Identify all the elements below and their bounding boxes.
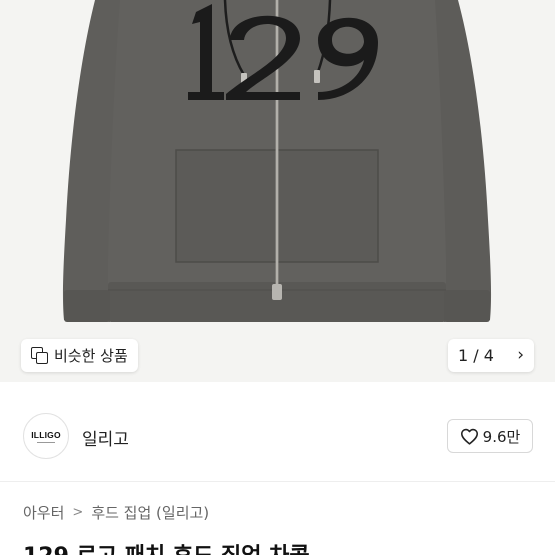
section-divider <box>0 481 555 482</box>
like-button[interactable]: 9.6만 <box>447 419 533 453</box>
pager-count: 1 / 4 <box>458 346 494 365</box>
seller-name[interactable]: 일리고 <box>82 425 129 450</box>
chevron-right-icon[interactable]: › <box>517 347 524 364</box>
seller-logo-text: ILLIGO <box>31 429 61 440</box>
breadcrumb: 아우터 > 후드 집업 (일리고) <box>23 502 209 523</box>
product-image[interactable]: 비슷한 상품 1 / 4 › <box>0 0 555 382</box>
seller-row[interactable]: ILLIGO 일리고 9.6만 <box>0 405 555 467</box>
hoodie-illustration <box>62 0 492 322</box>
image-pager[interactable]: 1 / 4 › <box>448 339 534 372</box>
breadcrumb-item[interactable]: 아우터 <box>23 502 64 523</box>
seller-logo[interactable]: ILLIGO <box>23 413 69 459</box>
like-count: 9.6만 <box>482 427 521 446</box>
product-title: 129 로고 패치 후드 집업 차콜 <box>23 538 310 555</box>
heart-icon <box>460 428 478 445</box>
breadcrumb-item[interactable]: 후드 집업 (일리고) <box>91 502 209 523</box>
similar-products-button[interactable]: 비슷한 상품 <box>21 339 138 372</box>
copy-squares-icon <box>31 347 48 364</box>
breadcrumb-separator: > <box>72 505 84 520</box>
seller-logo-underline <box>37 441 55 443</box>
similar-products-label: 비슷한 상품 <box>54 347 128 365</box>
